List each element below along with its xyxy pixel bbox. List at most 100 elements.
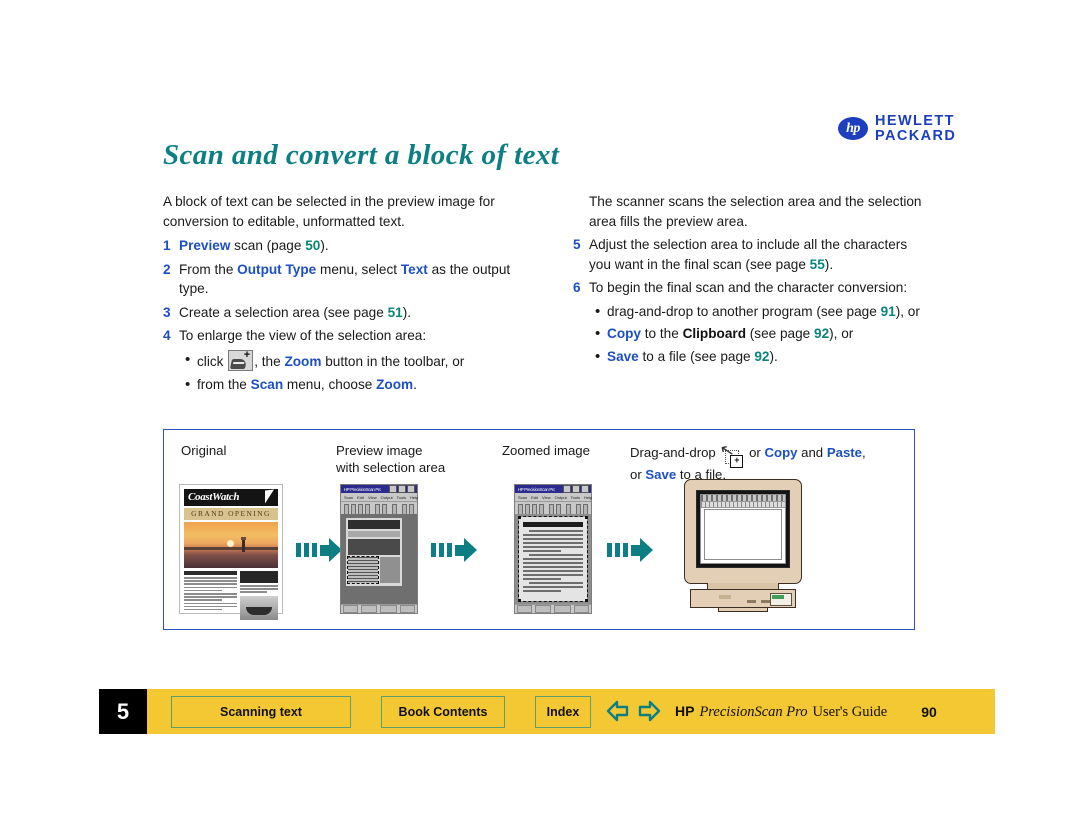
preview-document — [346, 518, 402, 586]
step-text: To enlarge the view of the selection are… — [179, 326, 513, 346]
preview-photo — [348, 539, 400, 555]
inline-term-link[interactable]: Text — [401, 262, 428, 277]
step-text: From the Output Type menu, select Text a… — [179, 260, 513, 299]
inline-term-link[interactable]: Zoom — [284, 354, 321, 369]
inline-text: ). — [402, 304, 412, 320]
illustration-label-zoomed: Zoomed image — [502, 443, 590, 458]
newsletter-banner: GRAND OPENING — [184, 508, 278, 520]
inline-text: button in the toolbar, or — [321, 353, 465, 369]
bullet-text: from the Scan menu, choose Zoom. — [197, 375, 417, 395]
newsletter-text-line — [184, 580, 237, 582]
left-steps: 1 Preview scan (page 50). 2 From the Output… — [163, 236, 513, 346]
inline-text: To enlarge the view of the selection are… — [179, 328, 427, 344]
page-reference[interactable]: 51 — [388, 305, 403, 320]
hp-badge-icon: hp — [838, 117, 868, 141]
step-number: 5 — [573, 237, 581, 253]
zoomed-canvas — [515, 514, 591, 604]
arrow-left-icon[interactable] — [605, 699, 631, 724]
inline-text: . — [413, 376, 417, 392]
sailboat-icon — [265, 489, 274, 504]
zoomed-heading — [523, 522, 583, 527]
inline-text: Create a selection area (see page — [179, 304, 388, 320]
numbered-step: 1 Preview scan (page 50). — [163, 236, 513, 256]
hp-wordmark: HEWLETT PACKARD — [875, 114, 956, 144]
step-number: 2 — [163, 261, 171, 277]
inline-term-link[interactable]: Scan — [251, 377, 284, 392]
inline-term-link[interactable]: Zoom — [376, 377, 413, 392]
newsletter-masthead-text: CoastWatch — [188, 491, 240, 503]
monitor-window-ruler — [701, 502, 785, 508]
step-text: To begin the final scan and the characte… — [589, 278, 925, 298]
right-column: The scanner scans the selection area and… — [573, 192, 925, 370]
newsletter-photo — [184, 522, 278, 568]
numbered-step: 4 To enlarge the view of the selection ar… — [163, 326, 513, 346]
inline-term-link[interactable]: Paste — [827, 445, 862, 460]
inline-term-link[interactable]: Save — [645, 467, 676, 482]
newsletter-text-line — [184, 592, 237, 595]
window-statusbar — [515, 604, 591, 613]
inline-term-bold: Clipboard — [682, 326, 746, 342]
illustration-panel: Original Preview image with selection ar… — [163, 429, 915, 630]
inline-text: ). — [320, 238, 329, 254]
inline-text: From the — [179, 261, 238, 277]
illustration-label-preview: Preview image with selection area — [336, 442, 445, 477]
preview-sidebar — [380, 557, 400, 583]
zoom-toolbar-icon[interactable]: + — [228, 349, 254, 371]
figure-zoomed-window: HP PrecisionScan Pro Scan Edit View Output T… — [514, 484, 592, 614]
inline-text: To begin the final scan and the characte… — [589, 280, 908, 296]
hp-logo: hp HEWLETT PACKARD — [838, 114, 956, 144]
newsletter-sidebar-badge — [240, 571, 278, 583]
step-number: 4 — [163, 328, 171, 344]
figure-original-newsletter: CoastWatch GRAND OPENING — [179, 484, 283, 620]
flow-arrow-2-icon — [431, 537, 477, 563]
inline-term-link[interactable]: Copy — [607, 326, 641, 341]
inline-term-link[interactable]: Save — [607, 349, 639, 364]
arrow-right-icon[interactable] — [637, 699, 663, 724]
page-reference[interactable]: 92 — [754, 349, 769, 364]
footer-button-book-contents[interactable]: Book Contents — [381, 695, 505, 728]
newsletter-text-line — [184, 608, 223, 611]
newsletter-column-right — [240, 571, 278, 620]
inline-term-link[interactable]: Preview — [179, 238, 230, 253]
page-reference[interactable]: 91 — [881, 304, 896, 319]
bullet-text: Copy to the Clipboard (see page 92), or — [607, 324, 853, 344]
monitor-stand — [718, 607, 768, 612]
step-text: Adjust the selection area to include all… — [589, 235, 925, 274]
inline-term-link[interactable]: Copy — [765, 445, 798, 460]
inline-text: drag-and-drop to another program (see pa… — [607, 303, 881, 319]
monitor-document-sheet — [704, 509, 782, 560]
monitor-app-window — [700, 494, 786, 564]
newsletter-text-line — [184, 586, 237, 589]
monitor-screen — [696, 490, 790, 568]
monitor-window-toolbar — [701, 495, 785, 502]
page-reference[interactable]: 50 — [305, 238, 320, 253]
inline-text: to a file (see page — [638, 348, 755, 364]
flow-arrow-3-icon — [607, 537, 653, 563]
inline-text: , — [862, 445, 866, 460]
right-steps: 5 Adjust the selection area to include al… — [573, 235, 925, 298]
chapter-number-badge: 5 — [99, 689, 147, 734]
footer-button-index[interactable]: Index — [535, 695, 591, 728]
document-page: hp HEWLETT PACKARD Scan and convert a bl… — [0, 0, 1080, 834]
preview-banner — [348, 531, 400, 537]
newsletter-text-line — [184, 589, 223, 592]
page-footer: 5 Scanning text Book Contents Index HP P… — [99, 689, 995, 734]
footer-guide-product: PrecisionScan Pro — [699, 703, 808, 720]
newsletter-text-line — [184, 596, 237, 598]
newsletter-boat-photo — [240, 595, 278, 620]
bullet-text: click +, the Zoom button in the toolbar,… — [197, 349, 465, 372]
window-titlebar: HP PrecisionScan Pro — [341, 485, 417, 493]
newsletter-text-line — [240, 585, 278, 587]
hp-wordmark-line1: HEWLETT — [875, 113, 955, 129]
page-reference[interactable]: 55 — [810, 257, 825, 272]
footer-nav-arrows — [605, 699, 663, 724]
inline-term-link[interactable]: Output Type — [237, 262, 316, 277]
monitor-body — [684, 479, 802, 584]
numbered-step: 6 To begin the final scan and the charact… — [573, 278, 925, 298]
footer-guide-suffix: User's Guide — [812, 703, 888, 720]
footer-button-scanning-text[interactable]: Scanning text — [171, 695, 351, 728]
window-menubar: Scan Edit View Output Tools Help — [515, 493, 592, 502]
preview-canvas — [341, 514, 417, 604]
preview-columns — [347, 556, 400, 584]
page-reference[interactable]: 92 — [814, 326, 829, 341]
